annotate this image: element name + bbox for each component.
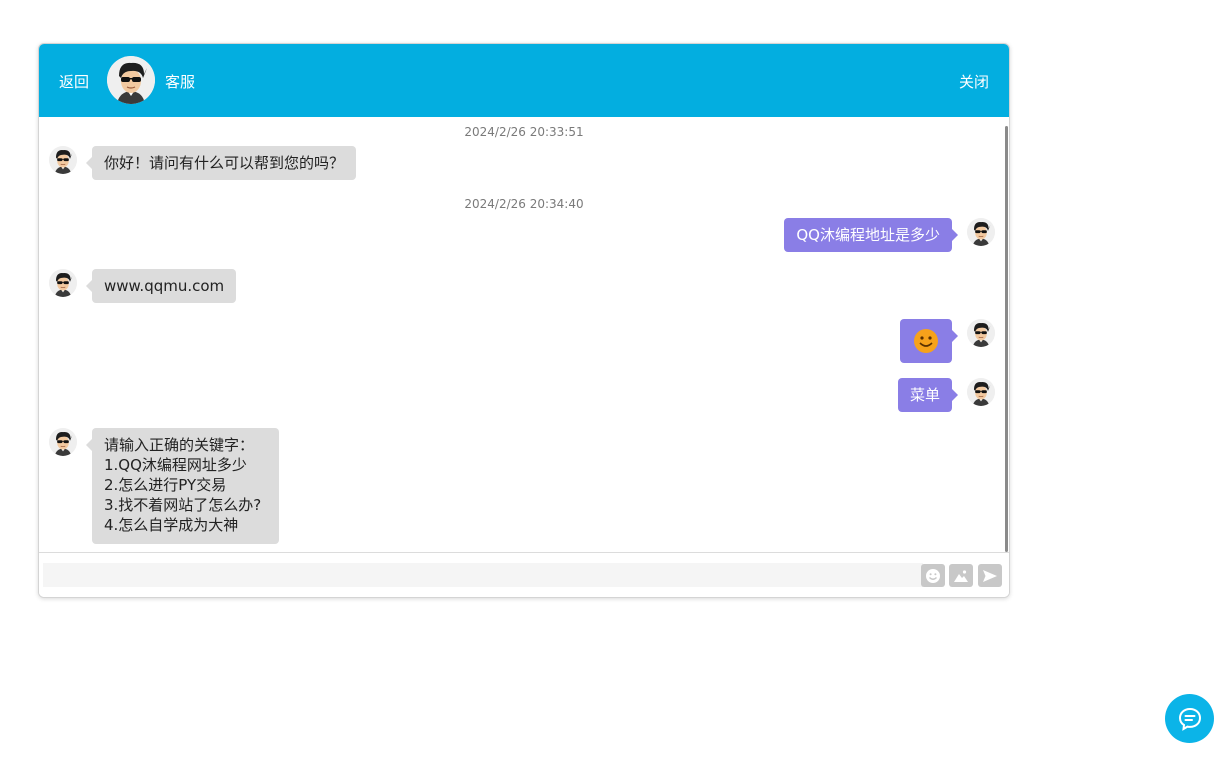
scrollbar[interactable] [1005, 126, 1008, 552]
user-avatar-small [967, 319, 995, 347]
outgoing-message: QQ沐编程地址是多少 [784, 218, 958, 252]
back-button[interactable]: 返回 [59, 71, 89, 92]
user-avatar-small [967, 378, 995, 406]
chat-bubble-icon [1178, 707, 1201, 731]
menu-line: 2.怎么进行PY交易 [104, 476, 227, 494]
input-bar [39, 552, 1009, 597]
open-chat-button[interactable] [1165, 694, 1214, 743]
menu-line: 1.QQ沐编程网址多少 [104, 456, 247, 474]
incoming-message: www.qqmu.com [85, 269, 237, 303]
agent-avatar-small [49, 428, 77, 456]
message-timestamp: 2024/2/26 20:34:40 [464, 197, 584, 211]
message-list[interactable]: 2024/2/26 20:33:51 你好！请问有什么可以帮到您的吗？ 2024… [39, 117, 1009, 552]
chat-header: 返回 客服 关闭 [39, 44, 1009, 117]
agent-name: 客服 [165, 73, 196, 91]
send-button[interactable] [978, 564, 1002, 587]
close-button[interactable]: 关闭 [959, 71, 989, 92]
chat-window: 返回 客服 关闭 2024/2/26 20:33:51 你好！请问有什么可以帮到… [38, 43, 1010, 598]
image-button[interactable] [949, 564, 973, 587]
outgoing-message: 菜单 [897, 378, 959, 412]
menu-line: 4.怎么自学成为大神 [104, 516, 239, 534]
user-avatar-small [967, 218, 995, 246]
send-icon [983, 569, 997, 582]
emoji-button[interactable] [921, 564, 945, 587]
outgoing-emoji-message [900, 319, 958, 363]
agent-avatar [107, 56, 155, 104]
message-input[interactable] [43, 563, 923, 587]
agent-avatar-small [49, 146, 77, 174]
menu-line: 请输入正确的关键字： [104, 436, 255, 454]
message-timestamp: 2024/2/26 20:33:51 [464, 125, 584, 139]
incoming-message: 你好！请问有什么可以帮到您的吗？ [85, 146, 357, 180]
incoming-menu-message: 请输入正确的关键字： 1.QQ沐编程网址多少 2.怎么进行PY交易 3.找不着网… [85, 428, 280, 544]
agent-avatar-small [49, 269, 77, 297]
image-icon [954, 569, 968, 582]
menu-line: 3.找不着网站了怎么办? [104, 496, 262, 514]
smile-emoji-icon [914, 329, 938, 353]
smiley-icon [926, 568, 940, 583]
